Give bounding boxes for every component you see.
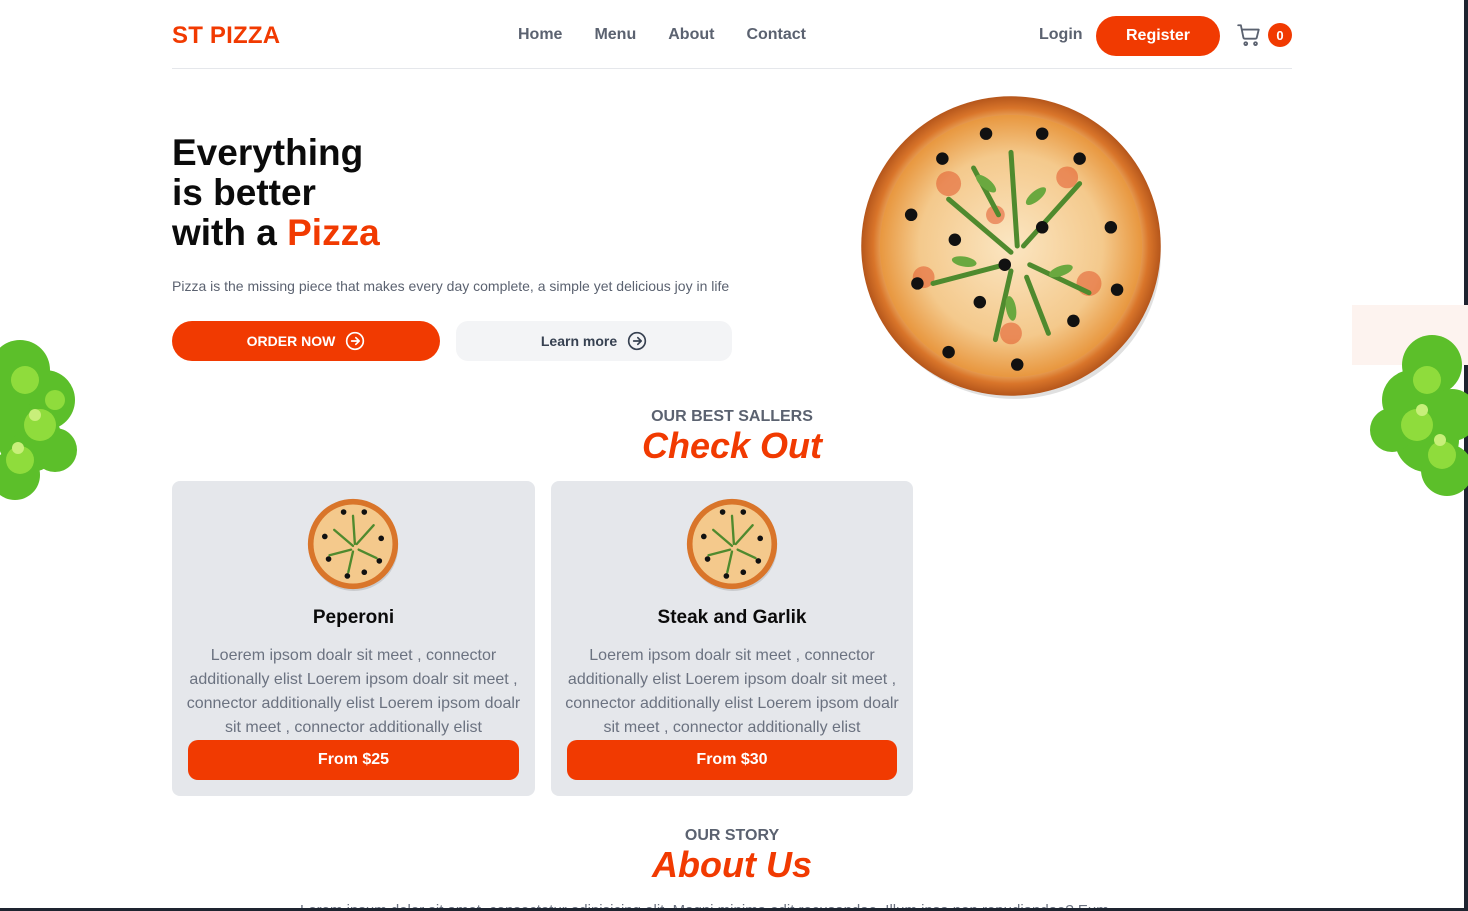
lettuce-right-image xyxy=(1352,305,1468,496)
nav-menu[interactable]: Menu xyxy=(594,26,636,44)
best-sellers-subtitle: OUR BEST SALLERS xyxy=(651,408,813,425)
nav-contact[interactable]: Contact xyxy=(746,26,806,44)
main-nav: Home Menu About Contact xyxy=(518,26,806,44)
login-link[interactable]: Login xyxy=(1039,26,1083,44)
menu-card-steak-and-garlik: Steak and Garlik Loerem ipsom doalr sit … xyxy=(551,481,913,796)
arrow-circle-right-icon xyxy=(346,331,365,351)
arrow-circle-right-icon xyxy=(627,331,647,351)
best-sellers-title: Check Out xyxy=(641,425,823,466)
menu-item-price-button[interactable]: From $30 xyxy=(567,740,897,780)
hero-pizza-image xyxy=(861,96,1161,399)
menu-item-name: Steak and Garlik xyxy=(657,607,807,628)
order-now-button[interactable]: ORDER NOW xyxy=(172,321,440,361)
menu-card-peperoni: Peperoni Loerem ipsom doalr sit meet , c… xyxy=(172,481,535,796)
site-header: ST PIZZA Home Menu About Contact Login R… xyxy=(172,0,1292,69)
hero-title: Everything is better with a Pizza xyxy=(172,133,380,253)
menu-item-description: Loerem ipsom doalr sit meet , connector … xyxy=(186,647,521,736)
about-text: Lorem ipsum dolor sit amet, consectetur … xyxy=(300,900,1170,908)
nav-about[interactable]: About xyxy=(668,26,714,44)
logo[interactable]: ST PIZZA xyxy=(172,22,280,50)
hero-title-line2: is better xyxy=(172,172,316,213)
pizza-thumbnail-image xyxy=(686,498,778,591)
about-subtitle: OUR STORY xyxy=(684,827,780,844)
hero-title-accent: Pizza xyxy=(287,212,380,253)
learn-more-button[interactable]: Learn more xyxy=(456,321,732,361)
menu-item-name: Peperoni xyxy=(312,607,395,628)
hero-description: Pizza is the missing piece that makes ev… xyxy=(172,278,730,294)
hero-title-line1: Everything xyxy=(172,132,364,173)
lettuce-left-image xyxy=(0,340,77,500)
menu-item-price-button[interactable]: From $25 xyxy=(188,740,519,780)
about-title: About Us xyxy=(652,844,812,885)
register-button[interactable]: Register xyxy=(1096,16,1220,56)
pizza-thumbnail-image xyxy=(307,498,399,591)
order-now-label: ORDER NOW xyxy=(246,333,336,349)
menu-item-description: Loerem ipsom doalr sit meet , connector … xyxy=(565,647,899,736)
nav-home[interactable]: Home xyxy=(518,26,562,44)
cart-icon[interactable] xyxy=(1236,22,1262,48)
hero-title-line3: with a xyxy=(172,212,288,253)
learn-more-label: Learn more xyxy=(540,333,618,349)
cart-count-badge: 0 xyxy=(1268,23,1292,47)
